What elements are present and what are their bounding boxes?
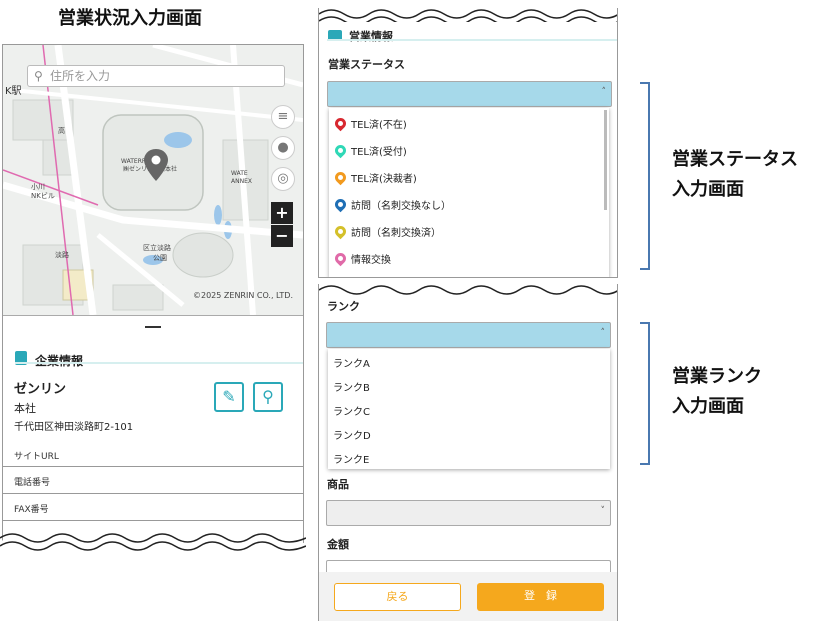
chevron-up-icon: ˄ bbox=[600, 328, 606, 338]
status-option[interactable]: 訪問（名刺交換なし） bbox=[332, 196, 451, 213]
rank-screen-annotation: 営業ランク 入力画面 bbox=[672, 362, 762, 422]
annotation-line: 入力画面 bbox=[672, 179, 744, 200]
rank-label: ランク bbox=[327, 300, 360, 313]
status-option-label: 訪問（名刺交換済） bbox=[351, 228, 441, 239]
map-pin-icon bbox=[332, 115, 349, 132]
current-location-icon[interactable]: ◎ bbox=[271, 167, 295, 191]
company-section-rule bbox=[15, 362, 303, 364]
phone-label: 電話番号 bbox=[14, 478, 51, 488]
rank-bracket bbox=[640, 322, 650, 465]
zoom-out-button[interactable]: − bbox=[271, 225, 293, 247]
sales-status-screen: WATERRAS ㈱ゼンリン東京本社 WATE ANNEX 区立淡路 公園 小川… bbox=[2, 44, 304, 554]
fax-label: FAX番号 bbox=[14, 505, 49, 515]
company-name: ゼンリン bbox=[14, 382, 67, 397]
annotation-line: 営業ランク bbox=[672, 366, 762, 387]
site-url-label: サイトURL bbox=[14, 452, 59, 462]
status-option[interactable]: TEL済(受付) bbox=[332, 142, 407, 159]
product-select[interactable]: ˅ bbox=[326, 500, 611, 526]
map-copyright: ©2025 ZENRIN CO., LTD. bbox=[193, 291, 293, 300]
rank-panel: ランク ˄ ランクA ランクB ランクC ランクD ランクE 商品 ˅ 金額 戻… bbox=[318, 284, 618, 621]
zoom-in-button[interactable]: + bbox=[271, 202, 293, 224]
chevron-up-icon: ˄ bbox=[601, 87, 607, 97]
torn-edge bbox=[319, 285, 617, 295]
sales-info-section-title: 営業情報 bbox=[349, 30, 393, 43]
field-divider bbox=[3, 520, 303, 521]
company-address: 千代田区神田淡路町2-101 bbox=[14, 422, 134, 433]
status-label: 営業ステータス bbox=[328, 58, 405, 71]
drag-handle[interactable] bbox=[145, 326, 161, 328]
pin-icon[interactable]: ⚲ bbox=[253, 382, 283, 412]
submit-button[interactable]: 登 録 bbox=[477, 583, 604, 611]
status-option[interactable]: 情報交換 bbox=[332, 250, 391, 267]
map-pin-icon bbox=[332, 223, 349, 240]
annotation-line: 入力画面 bbox=[672, 396, 744, 417]
map-divider bbox=[3, 315, 303, 316]
status-option-label: TEL済(不在) bbox=[351, 120, 407, 131]
map-pin-icon bbox=[332, 250, 349, 267]
status-option-label: TEL済(受付) bbox=[351, 147, 407, 158]
edit-pencil-icon[interactable]: ✎ bbox=[214, 382, 244, 412]
torn-edge bbox=[0, 533, 306, 562]
status-option-label: 情報交換 bbox=[351, 255, 391, 266]
field-divider bbox=[3, 466, 303, 467]
map-pin-icon bbox=[332, 142, 349, 159]
rank-dropdown: ランクA ランクB ランクC ランクD ランクE bbox=[328, 349, 610, 469]
address-search-placeholder: 住所を入力 bbox=[50, 69, 111, 83]
svg-text:NKビル: NKビル bbox=[31, 191, 55, 200]
left-screen-title: 営業状況入力画面 bbox=[58, 8, 202, 29]
sales-info-section-rule bbox=[327, 39, 617, 41]
svg-text:公園: 公園 bbox=[153, 254, 167, 262]
menu-icon[interactable]: ≡ bbox=[271, 105, 295, 129]
rank-option[interactable]: ランクE bbox=[333, 451, 369, 466]
amount-label: 金額 bbox=[327, 538, 349, 551]
rank-option[interactable]: ランクA bbox=[333, 355, 370, 370]
field-divider bbox=[3, 493, 303, 494]
map-pin-icon bbox=[332, 169, 349, 186]
svg-text:淡路: 淡路 bbox=[55, 250, 69, 259]
status-option-label: 訪問（名刺交換なし） bbox=[351, 201, 451, 212]
search-icon: ⚲ bbox=[34, 69, 43, 83]
status-screen-annotation: 営業ステータス 入力画面 bbox=[672, 145, 798, 205]
pin-marker-icon[interactable]: ● bbox=[271, 136, 295, 160]
map-location-pin-icon[interactable] bbox=[144, 149, 168, 185]
svg-text:高: 高 bbox=[58, 126, 65, 135]
product-label: 商品 bbox=[327, 478, 349, 491]
rank-select[interactable]: ˄ bbox=[326, 322, 611, 348]
torn-edge bbox=[319, 9, 617, 22]
status-option[interactable]: TEL済(決裁者) bbox=[332, 169, 417, 186]
sales-status-panel: 営業情報 営業ステータス ˄ TEL済(不在) TEL済(受付) TEL済(決裁… bbox=[318, 8, 618, 278]
rank-option[interactable]: ランクD bbox=[333, 427, 371, 442]
status-option-label: TEL済(決裁者) bbox=[351, 174, 417, 185]
status-select[interactable]: ˄ bbox=[327, 81, 612, 107]
rank-option[interactable]: ランクC bbox=[333, 403, 370, 418]
status-dropdown: TEL済(不在) TEL済(受付) TEL済(決裁者) 訪問（名刺交換なし） 訪… bbox=[329, 108, 609, 277]
svg-text:WATE: WATE bbox=[231, 170, 248, 177]
station-label: K駅 bbox=[5, 86, 22, 97]
scrollbar[interactable] bbox=[604, 110, 607, 210]
back-button[interactable]: 戻る bbox=[334, 583, 461, 611]
map-pin-icon bbox=[332, 196, 349, 213]
status-option[interactable]: TEL済(不在) bbox=[332, 115, 407, 132]
company-branch: 本社 bbox=[14, 402, 36, 415]
map-view[interactable]: WATERRAS ㈱ゼンリン東京本社 WATE ANNEX 区立淡路 公園 小川… bbox=[3, 45, 303, 315]
svg-text:区立淡路: 区立淡路 bbox=[143, 243, 171, 252]
address-search-input[interactable]: ⚲ 住所を入力 bbox=[27, 65, 285, 87]
rank-option[interactable]: ランクB bbox=[333, 379, 370, 394]
status-option[interactable]: 訪問（名刺交換済） bbox=[332, 223, 441, 240]
company-section-title: 企業情報 bbox=[35, 354, 84, 368]
svg-text:ANNEX: ANNEX bbox=[231, 178, 252, 185]
annotation-line: 営業ステータス bbox=[672, 149, 798, 170]
svg-text:小川: 小川 bbox=[31, 182, 45, 191]
chevron-down-icon: ˅ bbox=[600, 506, 606, 516]
status-bracket bbox=[640, 82, 650, 270]
